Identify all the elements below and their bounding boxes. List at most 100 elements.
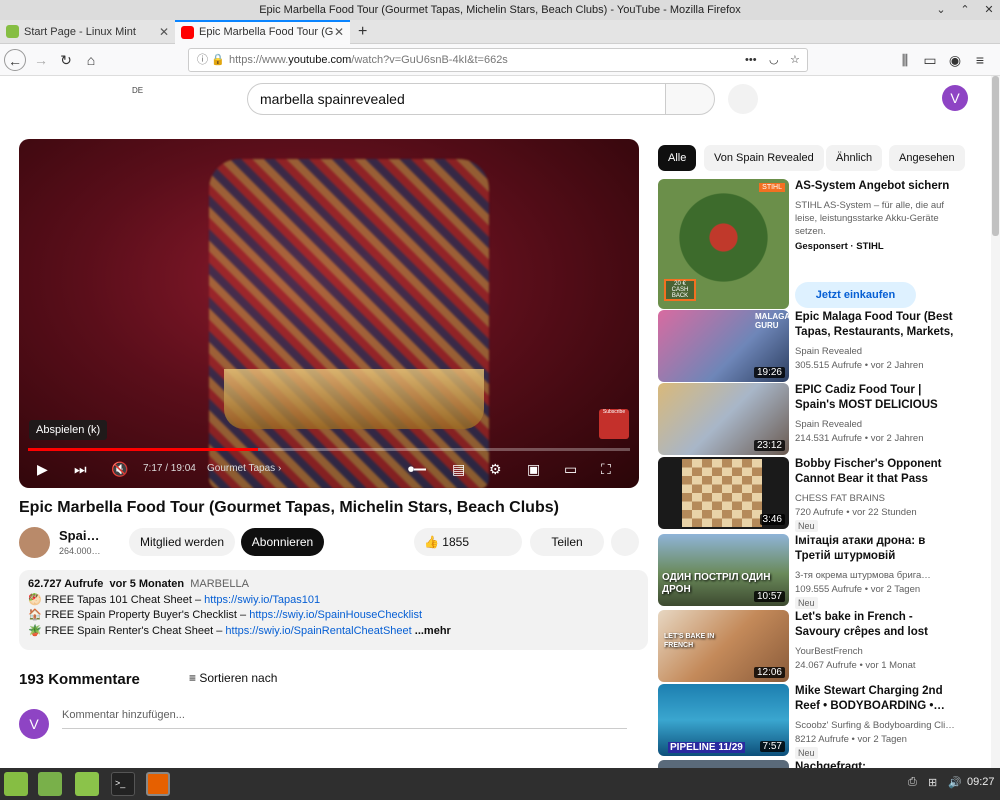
video-thumbnail[interactable]: MALAGA GURU 19:26 bbox=[658, 310, 789, 382]
video-thumbnail[interactable]: 3:46 bbox=[658, 457, 789, 529]
show-desktop-icon[interactable] bbox=[38, 772, 62, 796]
channel-name[interactable]: 3-тя окрема штурмова брига… bbox=[795, 570, 931, 581]
more-actions-button[interactable] bbox=[611, 528, 639, 556]
sidebar-icon[interactable]: ▭ bbox=[919, 49, 941, 71]
search-button[interactable] bbox=[665, 83, 715, 115]
sponsored-ad[interactable]: STIHL 20 € CASH BACK AS-System Angebot s… bbox=[658, 179, 958, 309]
play-icon[interactable]: ▶ bbox=[37, 459, 48, 479]
recommended-video[interactable]: LET'S BAKE IN FRENCH 12:06 Let's bake in… bbox=[658, 610, 958, 682]
next-icon[interactable]: ⏭ bbox=[74, 459, 87, 479]
subscribe-button[interactable]: Abonnieren bbox=[241, 528, 324, 556]
tab-start-page[interactable]: Start Page - Linux Mint ✕ bbox=[0, 20, 175, 44]
autoplay-toggle-icon[interactable]: ⏺━ bbox=[408, 459, 426, 479]
channel-name[interactable]: Spain Revealed bbox=[795, 346, 862, 357]
pocket-icon[interactable]: ◡ bbox=[769, 49, 779, 71]
chapter-button[interactable]: Gourmet Tapas › bbox=[207, 463, 281, 474]
join-button[interactable]: Mitglied werden bbox=[129, 528, 235, 556]
video-meta: 720 Aufrufe • vor 22 Stunden bbox=[795, 507, 917, 518]
like-button[interactable]: 👍 1855 bbox=[414, 528, 522, 556]
channel-name[interactable]: YourBestFrench bbox=[795, 646, 863, 657]
file-manager-icon[interactable] bbox=[75, 772, 99, 796]
page-scrollbar[interactable] bbox=[991, 76, 1000, 768]
recommended-video[interactable]: Nachgefragt: Panzergeneral… bbox=[658, 760, 958, 768]
video-thumbnail[interactable] bbox=[658, 760, 789, 768]
chip-related[interactable]: Ähnlich bbox=[826, 145, 883, 171]
recommended-video[interactable]: PIPELINE 11/29 7:57 Mike Stewart Chargin… bbox=[658, 684, 958, 759]
voice-search-button[interactable] bbox=[728, 84, 758, 114]
close-icon[interactable]: ✕ bbox=[982, 3, 996, 17]
description-link[interactable]: https://swiy.io/Tapas101 bbox=[204, 594, 320, 606]
progress-bar[interactable] bbox=[28, 448, 630, 451]
video-thumbnail[interactable]: LET'S BAKE IN FRENCH 12:06 bbox=[658, 610, 789, 682]
settings-gear-icon[interactable]: ⚙ bbox=[489, 459, 502, 479]
recommended-video[interactable]: ОДИН ПОСТРІЛ ОДИН ДРОН 10:57 Імітація ат… bbox=[658, 534, 958, 609]
maximize-icon[interactable]: ⌃ bbox=[958, 3, 972, 17]
miniplayer-icon[interactable]: ▣ bbox=[527, 459, 540, 479]
printer-icon[interactable]: ⎙ bbox=[908, 776, 917, 789]
channel-name[interactable]: Scoobz' Surfing & Bodyboarding Cli… bbox=[795, 720, 955, 731]
subtitles-icon[interactable]: ▤ bbox=[452, 459, 465, 479]
tab-bar: Start Page - Linux Mint ✕ Epic Marbella … bbox=[0, 20, 1000, 44]
video-thumbnail[interactable]: PIPELINE 11/29 7:57 bbox=[658, 684, 789, 756]
theater-mode-icon[interactable]: ▭ bbox=[564, 459, 577, 479]
recommended-video[interactable]: 23:12 EPIC Cadiz Food Tour | Spain's MOS… bbox=[658, 383, 958, 455]
home-icon[interactable]: ⌂ bbox=[80, 49, 102, 71]
recommended-video[interactable]: 3:46 Bobby Fischer's Opponent Cannot Bea… bbox=[658, 457, 958, 532]
account-icon[interactable]: ◉ bbox=[944, 49, 966, 71]
user-avatar[interactable]: V bbox=[942, 85, 968, 111]
page-actions-icon[interactable]: ••• bbox=[745, 49, 757, 71]
video-player[interactable]: Subscribe bbox=[19, 139, 639, 488]
fullscreen-icon[interactable]: ⛶ bbox=[601, 459, 611, 479]
ad-shop-button[interactable]: Jetzt einkaufen bbox=[795, 282, 916, 308]
volume-icon[interactable]: 🔊 bbox=[948, 776, 962, 789]
tab-youtube[interactable]: Epic Marbella Food Tour (G ✕ bbox=[175, 20, 350, 44]
library-icon[interactable]: ⫼ bbox=[894, 49, 916, 71]
new-badge: Neu bbox=[795, 520, 818, 532]
tab-close-icon[interactable]: ✕ bbox=[159, 20, 169, 44]
minimize-icon[interactable]: ⌄ bbox=[934, 3, 948, 17]
mint-menu-icon[interactable] bbox=[4, 772, 28, 796]
hashtag[interactable]: MARBELLA bbox=[190, 578, 249, 590]
subscribe-watermark[interactable]: Subscribe bbox=[599, 409, 629, 439]
description-line: 🪴 FREE Spain Renter's Cheat Sheet – http… bbox=[28, 624, 639, 640]
chip-from-channel[interactable]: Von Spain Revealed bbox=[704, 145, 824, 171]
share-button[interactable]: Teilen bbox=[530, 528, 604, 556]
search-value: marbella spainrevealed bbox=[260, 91, 405, 107]
search-input[interactable]: marbella spainrevealed bbox=[247, 83, 666, 115]
thumbs-up-icon: 👍 bbox=[424, 535, 439, 549]
sort-comments-button[interactable]: ≡ Sortieren nach bbox=[189, 671, 277, 685]
network-icon[interactable]: ⊞ bbox=[928, 776, 937, 789]
channel-avatar[interactable] bbox=[19, 527, 50, 558]
description-box[interactable]: 62.727 Aufrufe vor 5 Monaten MARBELLA 🥙 … bbox=[19, 570, 648, 650]
menu-icon[interactable]: ≡ bbox=[969, 49, 991, 71]
chip-watched[interactable]: Angesehen bbox=[889, 145, 965, 171]
scrollbar-thumb[interactable] bbox=[992, 76, 999, 236]
reload-icon[interactable]: ↻ bbox=[55, 49, 77, 71]
comment-input[interactable]: Kommentar hinzufügen... bbox=[62, 709, 627, 729]
mute-icon[interactable]: 🔇 bbox=[111, 459, 128, 479]
video-thumbnail[interactable]: 23:12 bbox=[658, 383, 789, 455]
terminal-icon[interactable]: >_ bbox=[111, 772, 135, 796]
channel-name[interactable]: CHESS FAT BRAINS bbox=[795, 493, 885, 504]
forward-icon[interactable]: → bbox=[30, 49, 52, 71]
description-link[interactable]: https://swiy.io/SpainHouseChecklist bbox=[249, 609, 422, 621]
url-bar[interactable]: ⓘ 🔒 https://www.youtube.com/watch?v=GuU6… bbox=[188, 48, 808, 72]
recommended-video[interactable]: MALAGA GURU 19:26 Epic Malaga Food Tour … bbox=[658, 310, 958, 382]
lock-icon[interactable]: 🔒 bbox=[211, 49, 225, 71]
chip-all[interactable]: Alle bbox=[658, 145, 697, 171]
description-link[interactable]: https://swiy.io/SpainRentalCheatSheet bbox=[225, 625, 411, 637]
back-icon[interactable]: ← bbox=[4, 49, 26, 71]
video-thumbnail[interactable]: ОДИН ПОСТРІЛ ОДИН ДРОН 10:57 bbox=[658, 534, 789, 606]
info-icon[interactable]: ⓘ bbox=[197, 49, 208, 71]
bookmark-star-icon[interactable]: ☆ bbox=[790, 49, 800, 71]
new-tab-icon[interactable]: + bbox=[352, 20, 376, 44]
sort-label: Sortieren nach bbox=[199, 671, 278, 685]
show-more-link[interactable]: ...mehr bbox=[415, 625, 451, 637]
channel-name[interactable]: Spai… bbox=[59, 528, 99, 543]
firefox-icon[interactable] bbox=[146, 772, 170, 796]
tab-close-icon[interactable]: ✕ bbox=[334, 22, 344, 43]
duration-badge: 19:26 bbox=[753, 367, 785, 378]
channel-name[interactable]: Spain Revealed bbox=[795, 419, 862, 430]
ad-title: AS-System Angebot sichern bbox=[795, 180, 950, 192]
ad-thumbnail[interactable]: STIHL 20 € CASH BACK bbox=[658, 179, 789, 309]
